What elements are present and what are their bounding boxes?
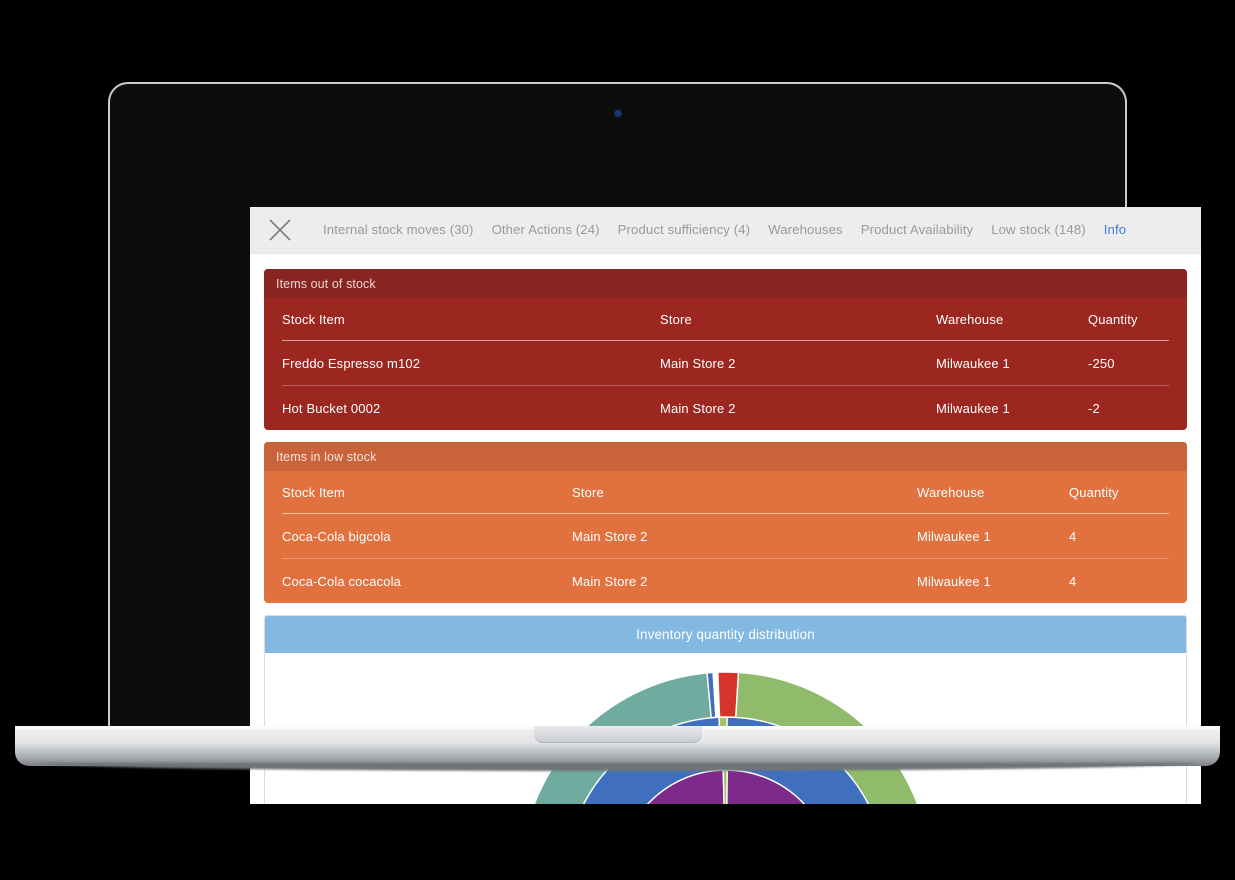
close-icon bbox=[267, 217, 293, 243]
screenshot-stage: Internal stock moves (30) Other Actions … bbox=[0, 0, 1235, 880]
col-stock-item: Stock Item bbox=[282, 298, 660, 341]
panel-items-in-low-stock: Items in low stock Stock Item Store Ware… bbox=[264, 442, 1187, 603]
cell-stock-item: Coca-Cola bigcola bbox=[282, 528, 391, 544]
out-of-stock-table: Stock Item Store Warehouse Quantity Fred… bbox=[282, 298, 1169, 430]
tab-other-actions[interactable]: Other Actions (24) bbox=[483, 207, 609, 253]
panel-title-out-of-stock: Items out of stock bbox=[264, 269, 1187, 298]
cell-stock-item: Coca-Cola cocacola bbox=[282, 558, 572, 603]
cell-warehouse: Milwaukee 1 bbox=[936, 385, 1088, 430]
cell-warehouse: Milwaukee 1 bbox=[936, 355, 1010, 371]
low-stock-table-wrap: Stock Item Store Warehouse Quantity Coca… bbox=[264, 471, 1187, 603]
panel-inventory-quantity-distribution: Inventory quantity distribution al Store… bbox=[264, 615, 1187, 804]
low-stock-table: Stock Item Store Warehouse Quantity Coca… bbox=[282, 471, 1169, 603]
cell-warehouse: Milwaukee 1 bbox=[917, 528, 991, 544]
tab-product-sufficiency[interactable]: Product sufficiency (4) bbox=[609, 207, 760, 253]
panel-title-low-stock: Items in low stock bbox=[264, 442, 1187, 471]
tab-bar: Internal stock moves (30) Other Actions … bbox=[250, 207, 1201, 254]
tab-product-availability[interactable]: Product Availability bbox=[852, 207, 982, 253]
tab-internal-stock-moves[interactable]: Internal stock moves (30) bbox=[314, 207, 483, 253]
table-header-row: Stock Item Store Warehouse Quantity bbox=[282, 298, 1169, 341]
cell-warehouse: Milwaukee 1 bbox=[917, 558, 1069, 603]
cell-store: Main Store 2 bbox=[572, 528, 648, 544]
table-header-row: Stock Item Store Warehouse Quantity bbox=[282, 471, 1169, 514]
tab-low-stock[interactable]: Low stock (148) bbox=[982, 207, 1095, 253]
cell-quantity: -250 bbox=[1088, 355, 1115, 371]
tab-list: Internal stock moves (30) Other Actions … bbox=[314, 207, 1135, 253]
panel-items-out-of-stock: Items out of stock Stock Item Store Ware… bbox=[264, 269, 1187, 430]
table-row[interactable]: Freddo Espresso m102 Main Store 2 Milwau… bbox=[282, 341, 1169, 386]
out-of-stock-table-wrap: Stock Item Store Warehouse Quantity Fred… bbox=[264, 298, 1187, 430]
cell-store: Main Store 2 bbox=[660, 385, 936, 430]
col-stock-item: Stock Item bbox=[282, 471, 572, 514]
active-tab-pointer bbox=[1103, 242, 1125, 253]
col-warehouse: Warehouse bbox=[917, 471, 1069, 514]
cell-stock-item: Freddo Espresso m102 bbox=[282, 355, 421, 371]
chart-title: Inventory quantity distribution bbox=[265, 616, 1186, 653]
laptop-screen: Internal stock moves (30) Other Actions … bbox=[250, 207, 1201, 804]
cell-quantity: -2 bbox=[1088, 385, 1169, 430]
cell-store: Main Store 2 bbox=[572, 558, 917, 603]
cell-stock-item: Hot Bucket 0002 bbox=[282, 385, 660, 430]
col-store: Store bbox=[572, 471, 917, 514]
table-row[interactable]: Hot Bucket 0002 Main Store 2 Milwaukee 1… bbox=[282, 385, 1169, 430]
cell-store: Main Store 2 bbox=[660, 355, 736, 371]
col-quantity: Quantity bbox=[1069, 471, 1169, 514]
content-area: Items out of stock Stock Item Store Ware… bbox=[250, 254, 1201, 804]
table-row[interactable]: Coca-Cola cocacola Main Store 2 Milwauke… bbox=[282, 558, 1169, 603]
cell-quantity: 4 bbox=[1069, 528, 1077, 544]
col-warehouse: Warehouse bbox=[936, 298, 1088, 341]
webcam-dot bbox=[614, 110, 621, 117]
tab-warehouses[interactable]: Warehouses bbox=[759, 207, 852, 253]
close-button[interactable] bbox=[258, 207, 302, 253]
col-store: Store bbox=[660, 298, 936, 341]
col-quantity: Quantity bbox=[1088, 298, 1169, 341]
cell-quantity: 4 bbox=[1069, 558, 1169, 603]
table-row[interactable]: Coca-Cola bigcola Main Store 2 Milwaukee… bbox=[282, 514, 1169, 559]
sunburst-segment[interactable] bbox=[716, 671, 739, 719]
laptop-lid: Internal stock moves (30) Other Actions … bbox=[108, 82, 1201, 804]
laptop-base-notch bbox=[533, 726, 702, 743]
